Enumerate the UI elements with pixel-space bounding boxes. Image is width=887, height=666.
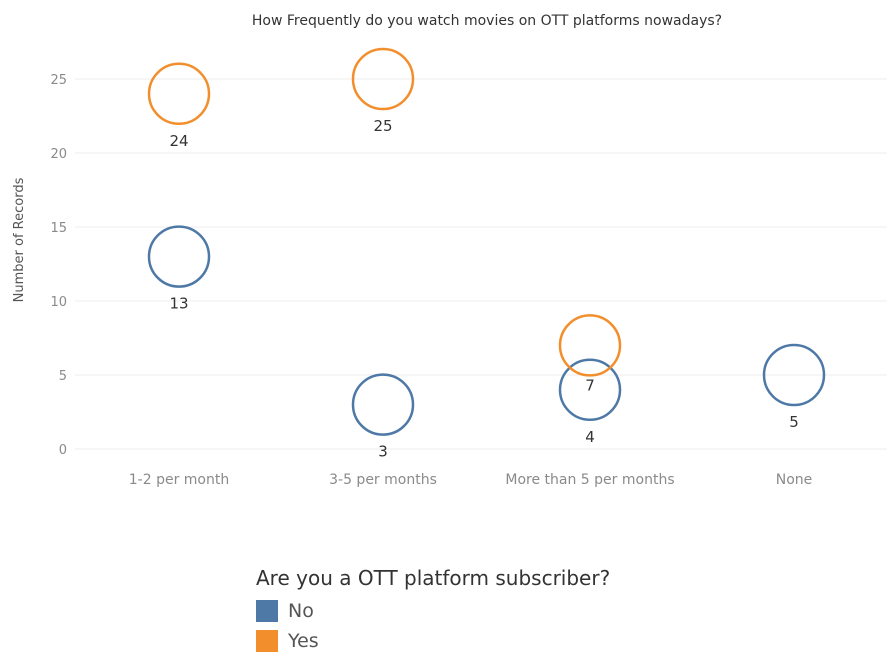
- data-label-yes: 24: [169, 132, 188, 150]
- data-point-no: [351, 373, 415, 436]
- y-axis-label: Number of Records: [12, 177, 27, 302]
- x-tick-label: None: [776, 472, 813, 488]
- data-label-no: 3: [378, 443, 388, 461]
- y-tick-label: 25: [50, 73, 67, 88]
- legend-swatch-no: [256, 600, 278, 622]
- legend-item-yes[interactable]: Yes: [256, 626, 610, 656]
- y-tick-label: 0: [59, 443, 67, 458]
- y-tick-label: 20: [50, 147, 67, 162]
- legend-label-no: No: [288, 600, 314, 622]
- data-label-yes: 25: [373, 117, 392, 135]
- x-tick-label: More than 5 per months: [505, 472, 674, 488]
- chart-title: How Frequently do you watch movies on OT…: [252, 13, 722, 29]
- data-point-yes: [558, 314, 622, 377]
- data-point-no: [147, 225, 211, 288]
- legend-label-yes: Yes: [288, 630, 319, 652]
- data-label-no: 4: [585, 428, 595, 446]
- scatter-chart: How Frequently do you watch movies on OT…: [12, 13, 887, 488]
- y-tick-label: 5: [59, 369, 67, 384]
- x-tick-label: 1-2 per month: [129, 472, 229, 488]
- legend-swatch-yes: [256, 630, 278, 652]
- data-label-no: 13: [169, 295, 188, 313]
- y-tick-label: 10: [50, 295, 67, 310]
- data-label-yes: 7: [585, 376, 595, 394]
- legend: Are you a OTT platform subscriber? No Ye…: [256, 566, 610, 656]
- x-tick-label: 3-5 per months: [329, 472, 437, 488]
- legend-item-no[interactable]: No: [256, 596, 610, 626]
- data-point-yes: [147, 62, 211, 126]
- legend-title: Are you a OTT platform subscriber?: [256, 566, 611, 590]
- data-label-no: 5: [789, 413, 799, 431]
- y-tick-label: 15: [50, 221, 67, 236]
